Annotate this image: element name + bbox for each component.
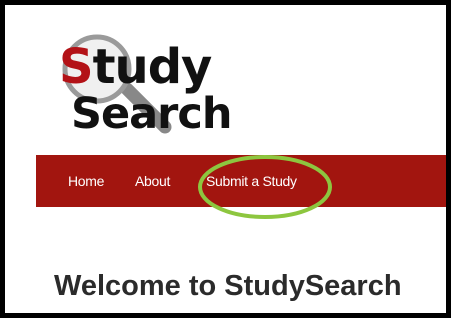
logo-text-line2: Search <box>71 89 232 139</box>
screenshot-frame: Study Search Home About Submit a Study W… <box>0 0 451 318</box>
nav-about-link[interactable]: About <box>135 173 170 189</box>
logo-letter-s: S <box>59 39 94 95</box>
logo-text-line1: Study <box>59 43 212 91</box>
logo-text-rest: tudy <box>92 39 213 95</box>
main-navigation: Home About Submit a Study <box>36 155 446 207</box>
nav-home-link[interactable]: Home <box>68 173 104 189</box>
site-logo[interactable]: Study Search <box>57 31 232 141</box>
page-title: Welcome to StudySearch <box>54 270 402 302</box>
nav-submit-study-link[interactable]: Submit a Study <box>206 173 297 189</box>
